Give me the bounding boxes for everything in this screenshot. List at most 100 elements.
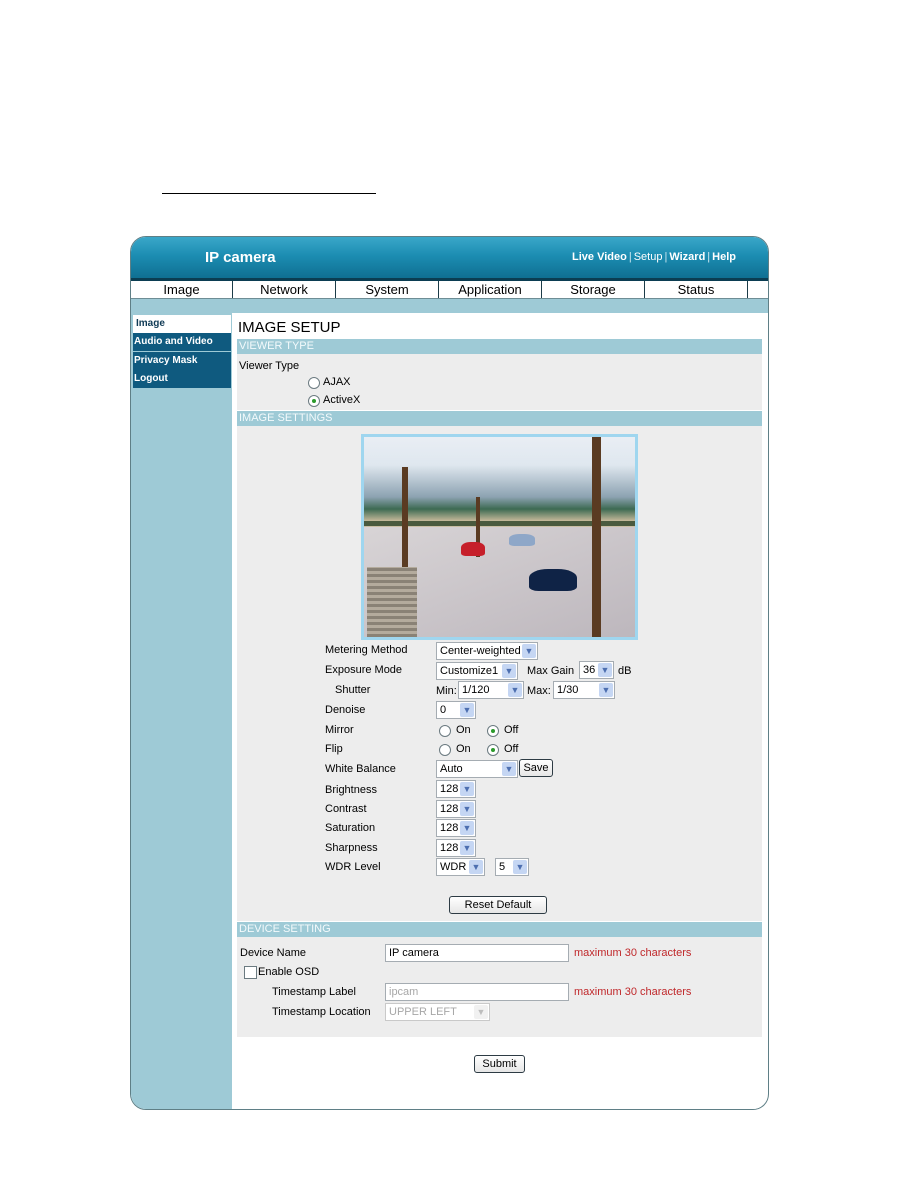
white-balance-select[interactable]: Auto ▼ <box>436 760 518 778</box>
radio-mirror-off[interactable] <box>487 725 499 737</box>
white-balance-save-button[interactable]: Save <box>519 759 553 777</box>
timestamp-location-label: Timestamp Location <box>272 1006 371 1018</box>
nav-band <box>131 299 768 313</box>
radio-flip-on[interactable] <box>439 744 451 756</box>
wdr-level-label: WDR Level <box>325 861 381 873</box>
tab-system[interactable]: System <box>336 281 439 298</box>
header-links: Live Video | Setup | Wizard | Help <box>572 251 736 263</box>
denoise-value: 0 <box>440 704 447 716</box>
chevron-down-icon: ▼ <box>469 860 483 874</box>
link-separator: | <box>707 251 711 263</box>
chevron-down-icon: ▼ <box>460 782 474 796</box>
tab-image[interactable]: Image <box>131 281 233 298</box>
wdr-level-value: 5 <box>499 861 506 873</box>
contrast-value: 128 <box>440 803 459 815</box>
heading-underline <box>162 193 376 194</box>
device-name-hint: maximum 30 characters <box>574 947 692 959</box>
flip-label: Flip <box>325 743 343 755</box>
reset-default-button[interactable]: Reset Default <box>449 896 547 914</box>
timestamp-label-hint: maximum 30 characters <box>574 986 692 998</box>
timestamp-location-select[interactable]: UPPER LEFT ▼ <box>385 1003 490 1021</box>
radio-flip-off[interactable] <box>487 744 499 756</box>
chevron-down-icon: ▼ <box>599 683 613 697</box>
section-device-setting: DEVICE SETTING <box>237 922 762 937</box>
max-gain-select[interactable]: 36 ▼ <box>579 661 614 679</box>
shutter-max-label: Max: <box>527 685 551 697</box>
tab-status[interactable]: Status <box>645 281 748 298</box>
main-nav: Image Network System Application Storage… <box>131 281 768 299</box>
denoise-label: Denoise <box>325 704 366 716</box>
radio-activex-label: ActiveX <box>323 394 361 406</box>
shutter-min-select[interactable]: 1/120 ▼ <box>458 681 524 699</box>
link-help[interactable]: Help <box>712 251 736 263</box>
link-live-video[interactable]: Live Video <box>572 251 627 263</box>
enable-osd-label: Enable OSD <box>258 966 320 978</box>
exposure-mode-value: Customize1 <box>440 665 499 677</box>
exposure-mode-label: Exposure Mode <box>325 664 403 676</box>
metering-method-label: Metering Method <box>325 644 408 656</box>
chevron-down-icon: ▼ <box>460 841 474 855</box>
saturation-value: 128 <box>440 822 459 834</box>
sidebar-item-privacy-mask[interactable]: Privacy Mask <box>133 352 231 370</box>
chevron-down-icon: ▼ <box>502 664 516 678</box>
wdr-mode-select[interactable]: WDR ▼ <box>436 858 485 876</box>
link-setup[interactable]: Setup <box>634 251 663 263</box>
tab-network[interactable]: Network <box>233 281 336 298</box>
timestamp-location-value: UPPER LEFT <box>389 1006 457 1018</box>
sidebar-item-audio-video[interactable]: Audio and Video <box>133 333 231 351</box>
shutter-max-select[interactable]: 1/30 ▼ <box>553 681 615 699</box>
brightness-select[interactable]: 128 ▼ <box>436 780 476 798</box>
radio-activex[interactable] <box>308 395 320 407</box>
header-bar: IP camera Live Video | Setup | Wizard | Help <box>131 237 768 281</box>
device-setting-panel: Device Name IP camera maximum 30 charact… <box>237 937 762 1037</box>
section-image-settings: IMAGE SETTINGS <box>237 411 762 426</box>
page-title: IMAGE SETUP <box>238 319 341 336</box>
metering-method-select[interactable]: Center-weighted ▼ <box>436 642 538 660</box>
white-balance-value: Auto <box>440 763 463 775</box>
radio-ajax[interactable] <box>308 377 320 389</box>
sidebar: Image Audio and Video Privacy Mask Logou… <box>131 313 232 1109</box>
saturation-select[interactable]: 128 ▼ <box>436 819 476 837</box>
brightness-value: 128 <box>440 783 459 795</box>
tab-storage[interactable]: Storage <box>542 281 645 298</box>
contrast-select[interactable]: 128 ▼ <box>436 800 476 818</box>
link-wizard[interactable]: Wizard <box>669 251 705 263</box>
max-gain-value: 36 <box>583 664 596 676</box>
shutter-max-value: 1/30 <box>557 684 579 696</box>
radio-mirror-on[interactable] <box>439 725 451 737</box>
main-content: IMAGE SETUP VIEWER TYPE Viewer Type AJAX… <box>234 313 762 1109</box>
saturation-label: Saturation <box>325 822 376 834</box>
link-separator: | <box>664 251 668 263</box>
viewer-type-label: Viewer Type <box>239 360 300 372</box>
sidebar-item-image[interactable]: Image <box>133 315 231 333</box>
brightness-label: Brightness <box>325 784 377 796</box>
chevron-down-icon: ▼ <box>460 703 474 717</box>
denoise-select[interactable]: 0 ▼ <box>436 701 476 719</box>
chevron-down-icon: ▼ <box>460 802 474 816</box>
exposure-mode-select[interactable]: Customize1 ▼ <box>436 662 518 680</box>
app-window: IP camera Live Video | Setup | Wizard | Help I… <box>130 236 769 1110</box>
timestamp-label-input[interactable]: ipcam <box>385 983 569 1001</box>
chevron-down-icon: ▼ <box>598 663 612 677</box>
mirror-label: Mirror <box>325 724 354 736</box>
device-name-input[interactable]: IP camera <box>385 944 569 962</box>
wdr-level-select[interactable]: 5 ▼ <box>495 858 529 876</box>
radio-flip-off-label: Off <box>504 743 519 755</box>
metering-method-value: Center-weighted <box>440 645 521 657</box>
max-gain-unit: dB <box>618 665 632 677</box>
device-name-label: Device Name <box>240 947 307 959</box>
submit-button[interactable]: Submit <box>474 1055 525 1073</box>
section-viewer-type: VIEWER TYPE <box>237 339 762 354</box>
radio-flip-on-label: On <box>456 743 471 755</box>
sharpness-select[interactable]: 128 ▼ <box>436 839 476 857</box>
wdr-mode-value: WDR <box>440 861 467 873</box>
chevron-down-icon: ▼ <box>474 1005 488 1019</box>
sharpness-label: Sharpness <box>325 842 378 854</box>
enable-osd-checkbox[interactable] <box>244 966 257 979</box>
tab-application[interactable]: Application <box>439 281 542 298</box>
max-gain-label: Max Gain <box>527 665 575 677</box>
sidebar-item-logout[interactable]: Logout <box>133 370 231 388</box>
sharpness-value: 128 <box>440 842 459 854</box>
link-separator: | <box>628 251 632 263</box>
chevron-down-icon: ▼ <box>502 762 516 776</box>
